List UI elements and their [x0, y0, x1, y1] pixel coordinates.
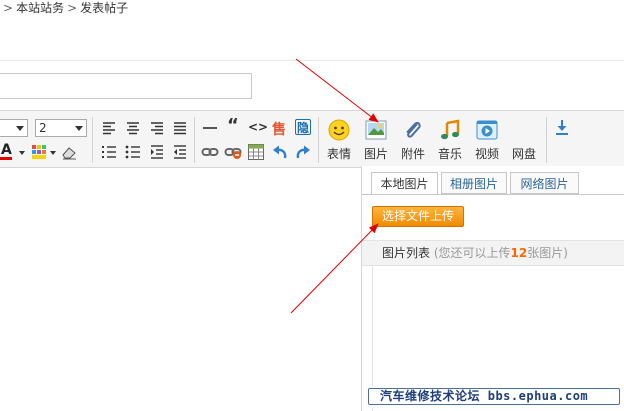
watermark-text: 汽车维修技术论坛 bbs.ephua.com	[380, 389, 589, 403]
annotation-arrow-to-image-button	[295, 58, 379, 123]
site-watermark: 汽车维修技术论坛 bbs.ephua.com	[366, 386, 624, 408]
annotation-arrow-to-upload-button	[290, 223, 379, 314]
annotation-overlay	[290, 58, 379, 314]
